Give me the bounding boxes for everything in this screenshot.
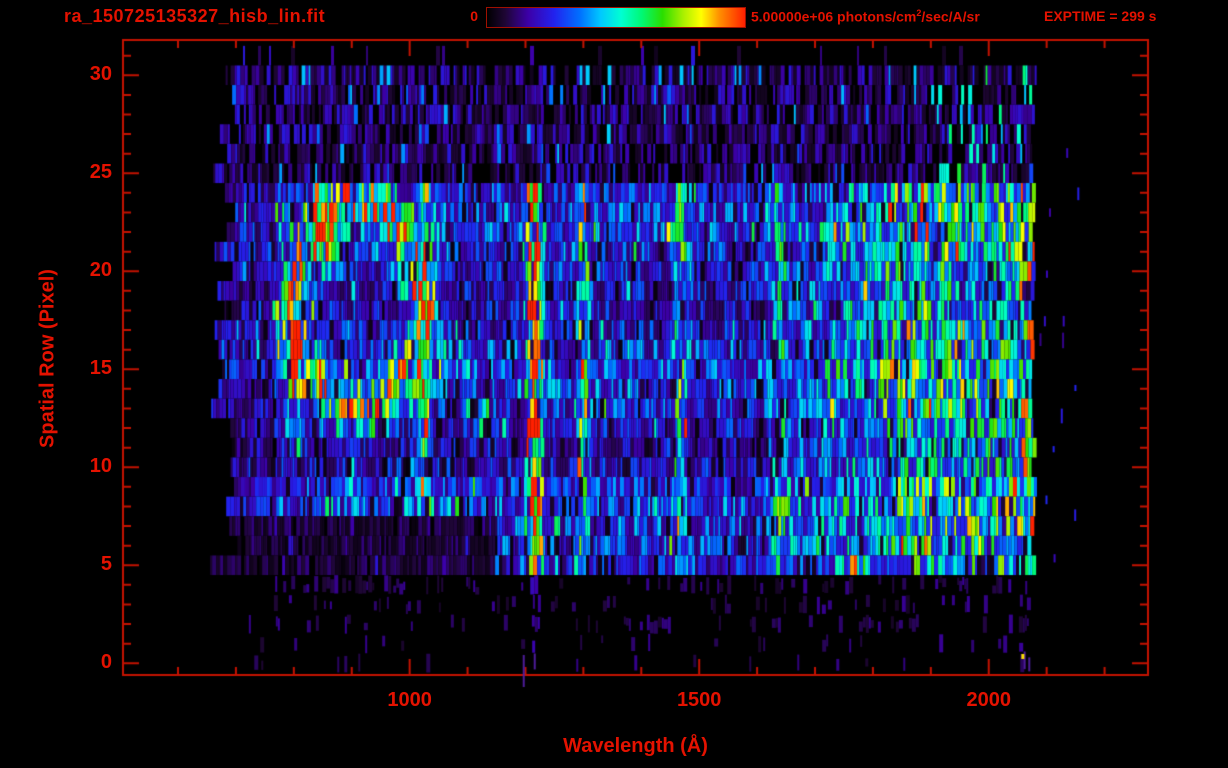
x-tick-label: 1000 <box>387 689 432 711</box>
y-tick-label: 15 <box>89 357 112 380</box>
y-tick-label: 30 <box>89 63 112 86</box>
y-tick-label: 10 <box>89 455 112 478</box>
y-tick-label: 20 <box>89 259 112 282</box>
colorbar-max-label: 5.00000e+06 photons/cm2/sec/A/sr <box>751 8 980 25</box>
x-tick-label: 1500 <box>676 689 722 711</box>
x-tick-label: 2000 <box>966 689 1011 711</box>
file-title: ra_150725135327_hisb_lin.fit <box>64 6 326 26</box>
y-tick-label: 0 <box>100 651 112 674</box>
y-tick-label: 25 <box>89 161 112 184</box>
x-axis-title: Wavelength (Å) <box>563 735 708 757</box>
spectrogram-heatmap-canvas <box>0 0 1228 768</box>
colorbar-min-label: 0 <box>470 8 478 24</box>
exptime-label: EXPTIME = 299 s <box>1044 8 1157 24</box>
colorbar-gradient <box>486 7 746 28</box>
plot-window: ra_150725135327_hisb_lin.fit 0 5.00000e+… <box>0 0 1228 768</box>
y-tick-label: 5 <box>100 553 112 576</box>
